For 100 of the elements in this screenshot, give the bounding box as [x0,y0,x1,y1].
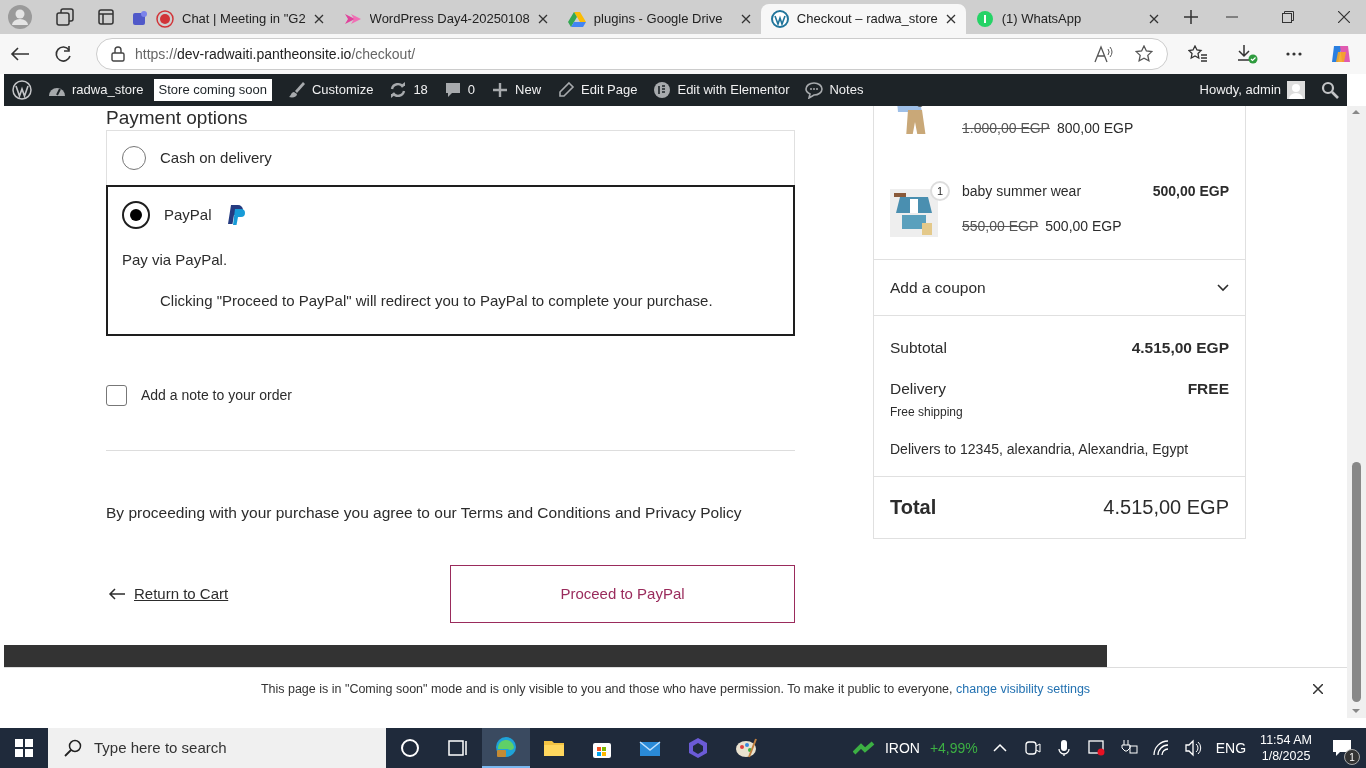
pencil-icon [557,81,576,99]
status-badge: Store coming soon [153,79,272,101]
record-icon [156,10,174,28]
close-icon[interactable] [740,14,751,24]
elementor-icon [653,81,672,99]
notification-icon[interactable] [1332,739,1352,757]
workspaces-icon[interactable] [56,8,74,26]
stock-widget[interactable]: IRON +4,99% [852,737,978,759]
close-icon[interactable] [945,14,956,24]
refresh-icon[interactable] [54,45,72,63]
line-total: 500,00 EGP [1152,182,1229,201]
option-label: Cash on delivery [160,147,272,168]
terms-text: By proceeding with your purchase you agree to our Terms and Conditions and Privacy Policy [106,503,743,523]
close-icon[interactable] [1338,11,1350,23]
drive-logo-icon [567,10,586,28]
return-link[interactable]: Return to Cart [106,583,229,606]
payment-note: Clicking "Proceed to PayPal" will redirect you to PayPal to complete your purchase. [159,290,714,311]
speech-bubble-icon [805,81,824,99]
browser-tab[interactable]: (1) WhatsApp [965,4,1169,34]
delivery-address: Delivers to 12345, alexandria, Alexandria, Egypt [890,439,1190,459]
payment-description: Pay via PayPal. [121,250,229,270]
restore-icon[interactable] [1282,11,1294,23]
back-icon[interactable] [10,46,30,62]
taskbar-search-field[interactable]: Type here to search [48,728,386,768]
screen-record-icon[interactable] [1087,739,1106,757]
search-icon [64,739,82,757]
subtotal-value: 4.515,00 EGP [1131,338,1229,358]
language-indicator[interactable]: ENG [1215,737,1247,759]
close-icon[interactable] [537,14,548,24]
account-menu[interactable]: Howdy, admin [1199,80,1305,100]
admin-bar-item[interactable]: Edit Page [557,80,638,100]
admin-bar-item[interactable]: Customize [287,80,374,100]
chevron-down-icon [1217,283,1229,292]
browser-tab[interactable]: Checkout – radwa_store [760,4,966,34]
admin-bar-item[interactable]: 18 [389,80,428,100]
close-icon[interactable] [1313,684,1323,694]
whatsapp-logo-icon [975,10,994,28]
search-icon[interactable] [1321,81,1339,99]
avatar-icon [1287,81,1305,99]
admin-bar-item[interactable]: New [491,80,542,100]
browser-tab[interactable]: Chat | Meeting in "G2 [122,4,334,34]
proceed-button[interactable]: Proceed to PayPal [450,565,795,624]
delivery-value: FREE [1187,379,1229,400]
browser-tab[interactable]: WordPress Day4-20250108 [333,4,558,34]
new-tab-icon[interactable] [1182,9,1199,25]
teams-icon [132,10,148,28]
tab-actions-icon[interactable] [98,9,114,25]
sale-price: 500,00 EGP [1045,217,1122,236]
paint-icon[interactable] [735,737,757,759]
favorites-icon[interactable] [1188,45,1208,63]
delivery-label: Delivery [890,379,946,400]
trend-up-icon [852,741,875,755]
favorite-star-icon [1135,45,1153,63]
edge-icon[interactable] [495,736,517,758]
checkbox[interactable] [106,385,127,406]
admin-bar-item[interactable]: Notes [805,80,864,100]
copilot-icon[interactable] [1330,43,1352,65]
admin-bar-item[interactable]: 0 [443,80,476,100]
update-icon [389,81,408,99]
visibility-settings-link[interactable]: change visibility settings [956,681,1091,696]
camera-icon[interactable] [1023,739,1042,757]
downloads-icon[interactable] [1236,44,1258,64]
wordpress-logo-icon[interactable] [12,80,32,100]
task-view-icon[interactable] [447,737,469,759]
lock-icon [111,46,125,62]
copilot-icon[interactable] [687,737,709,759]
cortana-icon[interactable] [399,737,421,759]
radio-button[interactable] [122,201,150,229]
windows-icon [15,739,33,757]
brush-icon [287,81,306,99]
volume-icon[interactable] [1183,739,1202,757]
sale-price: 800,00 EGP [1056,119,1134,138]
wordpress-logo-icon [770,10,789,28]
old-price: 1.000,00 EGP [962,119,1050,138]
shipping-method: Free shipping [890,403,964,421]
admin-bar-item[interactable]: Edit with Elementor [653,80,790,100]
clock[interactable]: 11:54 AM 1/8/2025 [1260,731,1312,765]
arrow-left-icon [108,588,126,601]
product-name: baby summer wear [962,182,1082,201]
plus-icon [491,81,510,99]
notification-count: 1 [1344,749,1360,765]
option-label: PayPal [164,204,212,225]
address-field[interactable]: https://dev-radwaiti.pantheonsite.io/checkout/ [96,38,1168,70]
coupon-toggle[interactable]: Add a coupon [874,259,1245,316]
total-label: Total [890,495,937,520]
scrollbar[interactable] [1347,106,1366,718]
browser-tab[interactable]: plugins - Google Drive [557,4,761,34]
close-icon[interactable] [1148,14,1159,24]
subtotal-label: Subtotal [890,338,947,358]
close-icon[interactable] [313,14,324,24]
quantity-badge: 1 [930,181,950,201]
battery-icon[interactable] [1119,739,1138,757]
wifi-icon[interactable] [1151,739,1170,757]
paypal-icon [225,204,246,226]
checkbox-label: Add a note to your order [141,386,292,405]
read-aloud-icon [1093,45,1113,63]
notice-text: This page is in "Coming soon" mode and is only visible to you and those who have permission. To make it public to everyone, change visibility settings [260,680,1091,698]
more-icon[interactable] [1286,52,1302,56]
radio-button[interactable] [122,146,146,170]
site-name-link[interactable]: radwa_store [48,80,144,100]
